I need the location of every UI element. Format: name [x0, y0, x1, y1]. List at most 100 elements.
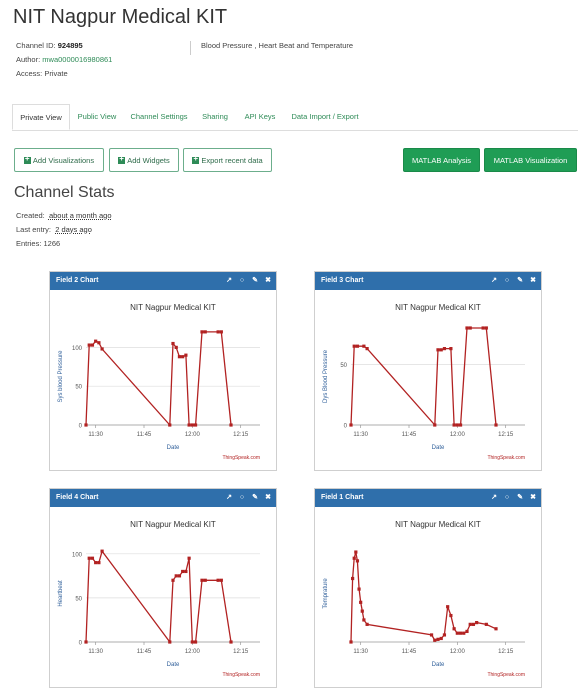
edit-icon[interactable]: ✎ [251, 272, 259, 290]
data-point [355, 344, 360, 348]
comment-icon[interactable]: ○ [503, 272, 511, 290]
data-point [97, 341, 101, 345]
data-point [200, 330, 204, 334]
data-point [365, 347, 369, 351]
data-point [187, 423, 191, 427]
edit-icon[interactable]: ✎ [516, 272, 524, 290]
matlab-analysis-button[interactable]: MATLAB Analysis [403, 148, 480, 172]
credit-label: ThingSpeak.com [487, 672, 525, 678]
data-point [362, 344, 366, 348]
data-point [184, 569, 188, 574]
export-icon [192, 154, 200, 164]
y-axis-label: Dys Blood Pressure [323, 349, 329, 403]
comment-icon[interactable]: ○ [503, 489, 511, 507]
data-point [87, 556, 91, 560]
x-tick-label: 11:45 [137, 432, 152, 438]
comment-icon[interactable]: ○ [238, 489, 246, 507]
y-axis-label: Heartbeat [58, 580, 64, 607]
y-tick-label: 100 [72, 346, 83, 352]
x-tick-label: 12:15 [233, 649, 249, 655]
chart-svg: NIT Nagpur Medical KIT 0 50 11:30 11:45 12:00… [323, 303, 525, 461]
data-point [349, 423, 353, 427]
data-point [468, 622, 472, 626]
credit-label: ThingSpeak.com [222, 672, 260, 678]
channel-stats-heading: Channel Stats [14, 184, 115, 201]
data-point [171, 341, 175, 346]
comment-icon[interactable]: ○ [238, 272, 246, 290]
series-line [85, 549, 232, 644]
x-tick-label: 11:30 [353, 432, 368, 438]
y-tick-label: 50 [75, 385, 82, 391]
y-axis-label: Temprature [323, 578, 329, 609]
external-link-icon[interactable]: ↗ [225, 489, 233, 507]
field-3-chart-panel: Field 3 Chart ↗ ○ ✎ ✖ NIT Nagpur Medical KI… [314, 271, 542, 471]
add-visualizations-button[interactable]: Add Visualizations [14, 148, 104, 172]
edit-icon[interactable]: ✎ [516, 489, 524, 507]
panel-header: Field 2 Chart ↗ ○ ✎ ✖ [50, 272, 276, 290]
x-tick-label: 11:30 [88, 432, 103, 438]
plus-icon [23, 154, 31, 164]
external-link-icon[interactable]: ↗ [490, 489, 498, 507]
data-point [452, 423, 456, 427]
page-title: NIT Nagpur Medical KIT [13, 6, 228, 28]
panel-header: Field 3 Chart ↗ ○ ✎ ✖ [315, 272, 541, 290]
access-label: Access: Private [16, 69, 68, 78]
panel-header: Field 1 Chart ↗ ○ ✎ ✖ [315, 489, 541, 507]
author-link[interactable]: mwa0000016980861 [42, 55, 112, 64]
close-icon[interactable]: ✖ [529, 489, 537, 507]
series-line [350, 327, 497, 427]
data-point [90, 343, 95, 347]
data-point [455, 631, 459, 635]
data-point [494, 627, 498, 631]
data-point [219, 330, 223, 334]
chart-title: NIT Nagpur Medical KIT [395, 303, 481, 312]
plus-icon [118, 154, 126, 164]
edit-icon[interactable]: ✎ [251, 489, 259, 507]
data-point [94, 561, 98, 565]
field-4-chart-panel: Field 4 Chart ↗ ○ ✎ ✖ NIT Nagpur Medical KI… [49, 488, 277, 688]
close-icon[interactable]: ✖ [529, 272, 537, 290]
data-point [177, 355, 182, 359]
data-point [465, 326, 469, 330]
data-point [187, 556, 191, 560]
matlab-visualization-button[interactable]: MATLAB Visualization [484, 148, 577, 172]
tab-data-import-export[interactable]: Data Import / Export [286, 104, 364, 130]
data-point [439, 636, 443, 641]
y-tick-label: 50 [340, 363, 347, 369]
chart-svg: NIT Nagpur Medical KIT 0 50 100 11:30 11:45 12… [58, 520, 260, 678]
external-link-icon[interactable]: ↗ [490, 272, 498, 290]
channel-id: Channel ID: 924895 [16, 41, 83, 50]
tab-api-keys[interactable]: API Keys [240, 104, 280, 130]
x-axis-label: Date [167, 662, 180, 668]
chart-title: NIT Nagpur Medical KIT [130, 303, 216, 312]
field-2-chart-panel: Field 2 Chart ↗ ○ ✎ ✖ NIT Nagpur Medical KI… [49, 271, 277, 471]
x-tick-label: 11:30 [88, 649, 103, 655]
tab-channel-settings[interactable]: Channel Settings [126, 104, 192, 130]
add-widgets-button[interactable]: Add Widgets [109, 148, 179, 172]
x-tick-label: 12:15 [233, 432, 249, 438]
tab-private-view[interactable]: Private View [12, 104, 70, 130]
close-icon[interactable]: ✖ [264, 489, 272, 507]
data-point [433, 423, 437, 427]
stat-entries: Entries: 1266 [16, 239, 61, 248]
data-point [455, 423, 459, 427]
x-tick-label: 12:00 [185, 649, 201, 655]
data-point [84, 640, 88, 644]
data-point [352, 344, 356, 348]
x-tick-label: 12:15 [498, 649, 514, 655]
tab-sharing[interactable]: Sharing [198, 104, 232, 130]
data-point [100, 347, 104, 351]
channel-tabs: Private View Public View Channel Setting… [12, 104, 578, 131]
x-tick-label: 12:15 [498, 432, 514, 438]
x-axis-label: Date [167, 445, 180, 451]
data-point [436, 637, 440, 641]
data-point [354, 550, 358, 554]
close-icon[interactable]: ✖ [264, 272, 272, 290]
data-point [190, 423, 194, 427]
external-link-icon[interactable]: ↗ [225, 272, 233, 290]
x-tick-label: 12:00 [450, 649, 466, 655]
data-point [216, 330, 220, 334]
chart-title: NIT Nagpur Medical KIT [395, 520, 481, 529]
export-recent-data-button[interactable]: Export recent data [183, 148, 272, 172]
tab-public-view[interactable]: Public View [74, 104, 120, 130]
